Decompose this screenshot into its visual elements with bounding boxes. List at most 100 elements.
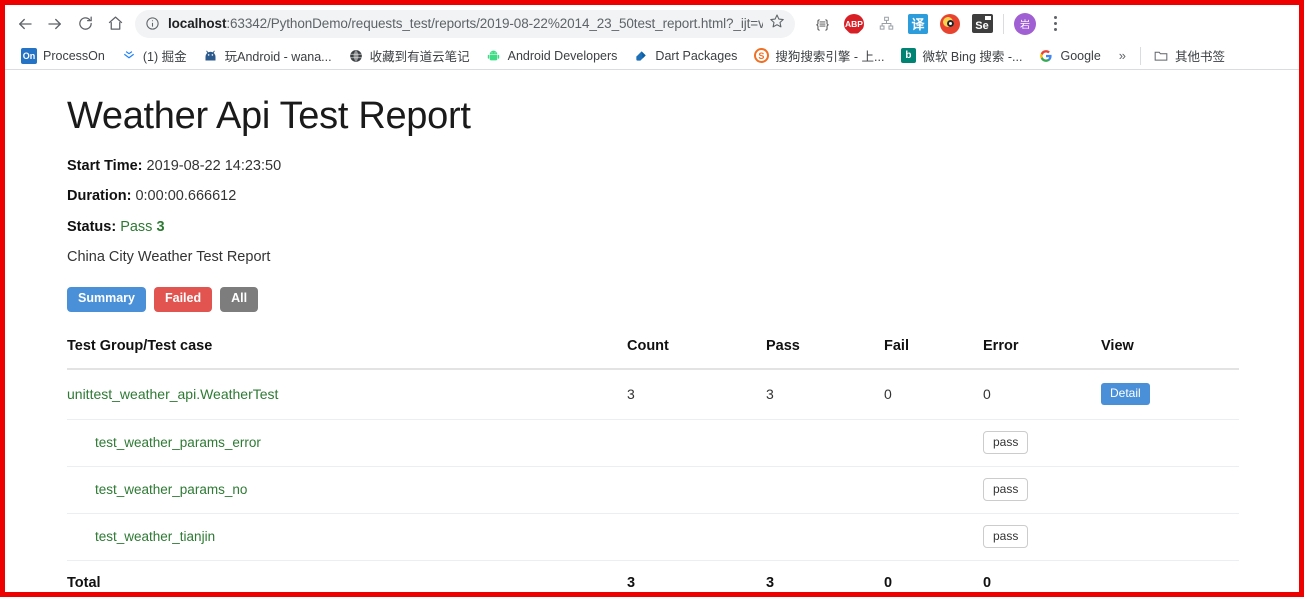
case-name-link[interactable]: test_weather_tianjin [67, 529, 215, 544]
case-fail-cell [884, 466, 983, 514]
android-icon [486, 48, 502, 64]
bookmarks-divider [1140, 46, 1142, 65]
group-fail-cell: 0 [884, 368, 983, 420]
filter-summary-button[interactable]: Summary [67, 286, 146, 312]
wanandroid-icon [203, 48, 219, 64]
bookmark-android-developers[interactable]: Android Developers [478, 44, 626, 68]
youdao-note-icon [348, 48, 364, 64]
other-bookmarks-label: 其他书签 [1175, 50, 1226, 64]
case-status-cell: pass [983, 466, 1101, 514]
start-time-label: Start Time: [67, 157, 143, 174]
page-title: Weather Api Test Report [67, 95, 471, 137]
address-bar[interactable]: localhost:63342/PythonDemo/requests_test… [135, 9, 795, 38]
case-status-button[interactable]: pass [983, 524, 1029, 548]
case-name-cell: test_weather_params_error [67, 419, 627, 467]
table-row-group[interactable]: unittest_weather_api.WeatherTest 3 3 0 0… [67, 368, 1239, 420]
selenium-glyph: Se [971, 14, 993, 33]
status-pass-count: 3 [156, 218, 165, 235]
bookmark-juejin[interactable]: (1) 掘金 [113, 44, 195, 68]
other-bookmarks-button[interactable]: 其他书签 [1145, 44, 1233, 68]
total-fail-cell: 0 [884, 574, 893, 591]
status-label: Status: [67, 218, 117, 235]
bookmarks-bar: On ProcessOn (1) 掘金 玩Android - wana... 收… [5, 42, 1299, 70]
browser-window: localhost:63342/PythonDemo/requests_test… [0, 0, 1304, 597]
duration-value: 0:00:00.666612 [135, 188, 237, 205]
avatar[interactable]: 岩 [1014, 12, 1036, 35]
bookmark-star-icon[interactable] [769, 13, 785, 34]
bing-icon: b [900, 48, 916, 64]
browser-menu-button[interactable] [1046, 16, 1064, 31]
info-circle-icon[interactable] [145, 16, 160, 31]
case-name-cell: test_weather_tianjin [67, 513, 627, 561]
weibo-icon[interactable] [939, 13, 961, 35]
group-name-cell: unittest_weather_api.WeatherTest [67, 368, 627, 420]
table-row-case[interactable]: test_weather_params_no pass [67, 466, 1239, 514]
status-row: Status: Pass 3 [67, 219, 1239, 236]
table-row-case[interactable]: test_weather_params_error pass [67, 419, 1239, 467]
forward-button[interactable] [41, 10, 69, 38]
total-error-cell: 0 [983, 574, 992, 591]
bookmark-label: 微软 Bing 搜索 -... [922, 50, 1023, 64]
bookmark-dart-packages[interactable]: Dart Packages [625, 44, 745, 68]
bookmark-label: (1) 掘金 [142, 50, 187, 64]
case-name-link[interactable]: test_weather_params_error [67, 435, 261, 450]
filter-failed-button[interactable]: Failed [153, 286, 213, 312]
bookmark-youdao-note[interactable]: 收藏到有道云笔记 [340, 44, 478, 68]
folder-icon [1153, 48, 1169, 64]
filter-all-button[interactable]: All [220, 286, 259, 312]
col-header-pass: Pass [766, 337, 884, 370]
bookmark-label: 搜狗搜索引擎 - 上... [775, 50, 885, 64]
bookmark-sogou[interactable]: S 搜狗搜索引擎 - 上... [745, 44, 892, 68]
table-row-case[interactable]: test_weather_tianjin pass [67, 513, 1239, 561]
table-header-row: Test Group/Test case Count Pass Fail Err… [67, 337, 1239, 370]
total-label-cell: Total [67, 574, 101, 591]
report-description: China City Weather Test Report [67, 248, 271, 265]
results-table-body: unittest_weather_api.WeatherTest 3 3 0 0… [67, 368, 1239, 592]
bookmark-label: Android Developers [507, 48, 618, 63]
google-icon [1038, 48, 1054, 64]
selenium-ide-icon[interactable]: Se [971, 13, 993, 35]
case-view-cell [1101, 419, 1239, 467]
bookmark-processon[interactable]: On ProcessOn [13, 44, 113, 68]
url-path: :63342/PythonDemo/requests_test/reports/… [226, 16, 763, 31]
processon-icon: On [21, 47, 37, 64]
url-host: localhost [168, 16, 227, 31]
translate-icon[interactable]: 译 [907, 13, 929, 35]
case-name-link[interactable]: test_weather_params_no [67, 482, 247, 497]
bookmark-label: Dart Packages [655, 48, 738, 63]
bookmark-wanandroid[interactable]: 玩Android - wana... [195, 44, 340, 68]
group-error-cell: 0 [983, 368, 1101, 420]
home-button[interactable] [101, 10, 129, 38]
report-page: Weather Api Test Report Start Time: 2019… [5, 70, 1299, 592]
adblock-plus-icon[interactable]: ABP [843, 13, 865, 35]
address-bar-url[interactable]: localhost:63342/PythonDemo/requests_test… [168, 16, 763, 31]
sitemap-icon[interactable] [875, 13, 897, 35]
case-status-button[interactable]: pass [983, 477, 1029, 501]
case-count-cell [627, 513, 766, 561]
bookmark-bing[interactable]: b 微软 Bing 搜索 -... [892, 44, 1030, 68]
translate-glyph: 译 [908, 13, 928, 34]
group-name-link[interactable]: unittest_weather_api.WeatherTest [67, 386, 278, 402]
case-status-button[interactable]: pass [983, 430, 1029, 454]
extensions-strip: {≡} ABP 译 Se 岩 [803, 12, 1064, 35]
case-pass-cell [766, 466, 884, 514]
bookmark-google[interactable]: Google [1030, 44, 1108, 68]
case-count-cell [627, 419, 766, 467]
browser-toolbar: localhost:63342/PythonDemo/requests_test… [5, 5, 1299, 42]
duration-row: Duration: 0:00:00.666612 [67, 188, 1239, 205]
bookmark-label: 收藏到有道云笔记 [369, 50, 470, 64]
back-button[interactable] [11, 10, 39, 38]
case-fail-cell [884, 513, 983, 561]
results-table: Test Group/Test case Count Pass Fail Err… [67, 337, 1239, 592]
weibo-glyph [940, 13, 960, 34]
bookmark-label: ProcessOn [43, 48, 105, 63]
case-pass-cell [766, 419, 884, 467]
col-header-name: Test Group/Test case [67, 337, 627, 370]
toolbar-divider [1003, 13, 1004, 34]
group-pass-cell: 3 [766, 368, 884, 420]
braces-extension-icon[interactable]: {≡} [811, 13, 833, 35]
status-badge: Pass [120, 218, 153, 235]
bookmarks-overflow-button[interactable]: » [1109, 48, 1136, 63]
reload-button[interactable] [71, 10, 99, 38]
detail-button[interactable]: Detail [1101, 382, 1150, 405]
